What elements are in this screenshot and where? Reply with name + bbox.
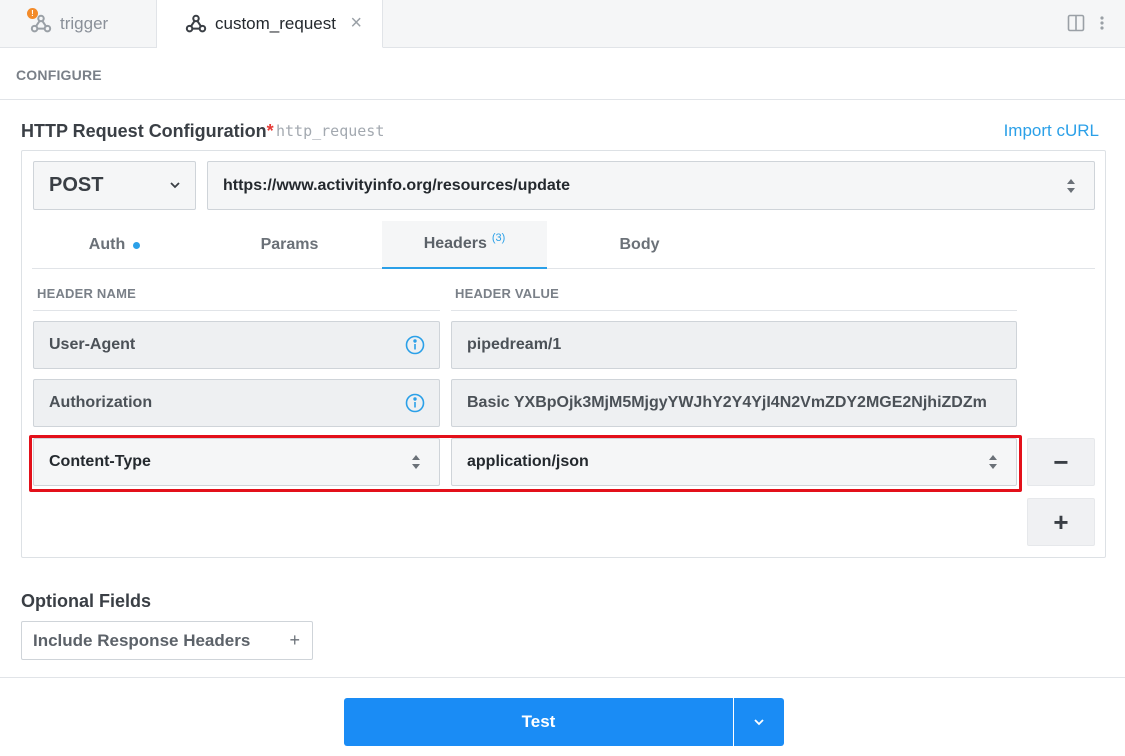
subtab-auth[interactable]: Auth xyxy=(32,221,197,269)
required-mark: * xyxy=(266,121,274,141)
column-divider xyxy=(451,310,1017,311)
close-icon[interactable]: × xyxy=(350,13,362,33)
url-value: https://www.activityinfo.org/resources/u… xyxy=(223,176,571,194)
webhook-icon xyxy=(185,13,207,35)
include-response-headers-button[interactable]: Include Response Headers + xyxy=(21,621,313,660)
request-subtabs: Auth Params Headers (3) Body xyxy=(32,221,1095,269)
subtab-body-label: Body xyxy=(619,236,660,253)
header-value-field[interactable]: application/json Basic YXBpOjk3MjM5MjgyY… xyxy=(451,379,1017,427)
sort-arrows-icon xyxy=(412,455,420,469)
subtab-headers[interactable]: Headers (3) xyxy=(382,221,547,269)
header-value-field[interactable]: pipedream/1 xyxy=(451,321,1017,369)
subtab-headers-label: Headers xyxy=(423,235,487,252)
info-icon[interactable] xyxy=(405,335,425,355)
chevron-down-icon xyxy=(754,719,764,726)
optional-fields-title: Optional Fields xyxy=(21,591,152,611)
subtab-body[interactable]: Body xyxy=(557,221,722,269)
header-name-text: Authorization xyxy=(49,394,153,411)
webhook-icon: ! xyxy=(27,8,52,35)
header-value-text: application/json xyxy=(467,453,589,470)
tab-custom-request[interactable]: custom_request × xyxy=(157,0,383,48)
header-name-field[interactable]: Authorization xyxy=(33,379,440,427)
url-input[interactable]: https://www.activityinfo.org/resources/u… xyxy=(207,161,1095,210)
info-icon[interactable] xyxy=(405,393,425,413)
tab-trigger-label: trigger xyxy=(60,14,109,33)
header-value-select[interactable]: application/json xyxy=(451,438,1017,486)
header-value-column: HEADER VALUE xyxy=(455,286,560,301)
tab-custom-request-label: custom_request xyxy=(215,13,336,33)
chevron-down-icon xyxy=(170,182,180,189)
method-select[interactable]: POST xyxy=(33,161,196,210)
test-button[interactable]: Test xyxy=(344,698,733,746)
header-name-field[interactable]: User-Agent xyxy=(33,321,440,369)
configure-header: CONFIGURE xyxy=(0,48,1125,100)
subtab-params[interactable]: Params xyxy=(207,221,372,269)
test-options-button[interactable] xyxy=(734,698,784,746)
tab-bar: ! trigger custom_request × xyxy=(0,0,1125,48)
section-title-text: HTTP Request Configuration xyxy=(21,121,267,141)
warning-badge: ! xyxy=(27,8,38,19)
header-name-select[interactable]: Content-Type xyxy=(33,438,440,486)
sort-arrows-icon xyxy=(989,455,997,469)
header-name-column: HEADER NAME xyxy=(37,286,136,301)
include-response-headers-label: Include Response Headers xyxy=(33,630,251,650)
subtab-params-label: Params xyxy=(260,236,319,253)
plus-icon: + xyxy=(289,630,300,650)
headers-count: (3) xyxy=(491,232,506,244)
header-value-text: Basic YXBpOjk3MjM5MjgyYWJhY2Y4YjI4N2VmZD… xyxy=(467,394,987,411)
header-value-text: pipedream/1 xyxy=(467,336,562,353)
add-header-button[interactable]: + xyxy=(1027,498,1095,546)
sort-arrows-icon xyxy=(1067,178,1075,193)
remove-header-button[interactable]: − xyxy=(1027,438,1095,486)
split-view-icon[interactable] xyxy=(1067,14,1085,37)
section-title: HTTP Request Configuration* xyxy=(21,121,274,142)
method-value: POST xyxy=(49,174,104,196)
header-name-text: Content-Type xyxy=(49,453,151,470)
import-curl-link[interactable]: Import cURL xyxy=(1004,121,1099,141)
header-name-text: User-Agent xyxy=(49,336,136,353)
section-key: http_request xyxy=(276,122,385,140)
subtab-auth-label: Auth xyxy=(88,236,126,253)
footer-divider xyxy=(0,677,1125,678)
column-divider xyxy=(33,310,440,311)
auth-indicator-dot xyxy=(133,241,141,249)
more-vertical-icon[interactable] xyxy=(1099,15,1105,36)
configure-label: CONFIGURE xyxy=(16,67,102,83)
tab-trigger[interactable]: ! trigger xyxy=(0,0,157,48)
